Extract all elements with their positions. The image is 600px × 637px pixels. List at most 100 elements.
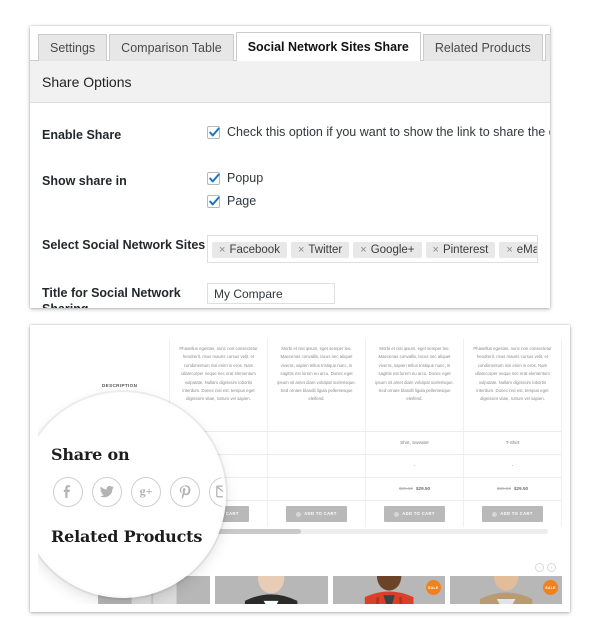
table-cell: Morbi et nisi ipsum, eget semper leo. Ma…	[268, 339, 366, 431]
table-cell: -	[464, 455, 562, 477]
tag-remove-icon[interactable]: ×	[219, 244, 225, 256]
price-new: $29.50	[514, 485, 529, 491]
table-cell: Shirt, Sweater	[366, 432, 464, 454]
carousel-next-icon[interactable]: ›	[547, 563, 556, 572]
select-social-sites-label: Select Social Network Sites	[42, 238, 206, 252]
sale-badge: SALE	[425, 580, 441, 595]
carousel-navigation: ‹ ›	[535, 563, 556, 572]
enable-share-checkbox-line[interactable]: Check this option if you want to show th…	[207, 125, 550, 139]
tag-remove-icon[interactable]: ×	[433, 244, 439, 256]
table-cell: $39.50 $29.50	[464, 478, 562, 500]
title-for-sharing-label-line1: Title for Social Network	[42, 286, 181, 300]
table-cell: ADD TO CART	[268, 501, 366, 527]
page-label: Page	[227, 194, 257, 208]
sale-badge: SALE	[543, 580, 558, 595]
popup-checkbox[interactable]	[207, 171, 220, 185]
title-for-sharing-label: Title for Social Network Sharing	[42, 283, 207, 308]
add-to-cart-button[interactable]: ADD TO CART	[482, 506, 543, 522]
tag-label: Pinterest	[442, 244, 489, 256]
tab-social-network-sites-share[interactable]: Social Network Sites Share	[235, 32, 421, 61]
email-icon[interactable]	[209, 476, 223, 507]
tab-comparison-table[interactable]: Comparison Table	[109, 34, 234, 61]
price-old: $39.50	[496, 485, 511, 491]
table-cell: Phasellus egestas, nunc non consectetur …	[464, 339, 562, 431]
show-share-in-label: Show share in	[42, 174, 127, 188]
pinterest-glyph	[179, 484, 191, 499]
title-for-sharing-label-line2: Sharing	[42, 301, 207, 308]
tag-pinterest[interactable]: × Pinterest	[425, 242, 496, 258]
tag-google-plus[interactable]: × Google+	[353, 242, 422, 258]
carousel-prev-icon[interactable]: ‹	[535, 563, 544, 572]
form-row-select-social-sites: Select Social Network Sites × Facebook × Tw…	[42, 235, 538, 263]
table-cell: -	[366, 455, 464, 477]
cart-icon	[296, 511, 302, 517]
section-header: Share Options	[30, 61, 550, 103]
show-share-in-field: Popup Page	[207, 171, 538, 208]
twitter-glyph	[99, 485, 114, 497]
tag-remove-icon[interactable]: ×	[298, 244, 304, 256]
add-to-cart-label: ADD TO CART	[402, 511, 435, 517]
show-share-in-option-page[interactable]: Page	[207, 194, 538, 208]
enable-share-checkbox[interactable]	[207, 125, 220, 139]
social-sites-tag-input[interactable]: ×Facebook×Twitter×Google+×Pinterest×eMai…	[207, 235, 538, 263]
product-card[interactable]: SALE	[332, 576, 445, 604]
magnified-share-on-title: Share on	[51, 444, 130, 464]
preview-content: DESCRIPTION Phasellus egestas, nunc non …	[38, 333, 562, 604]
enable-share-field: Check this option if you want to show th…	[207, 125, 550, 139]
form-row-show-share-in: Show share in Popup Page	[42, 171, 538, 208]
tag-remove-icon[interactable]: ×	[360, 244, 366, 256]
add-to-cart-label: ADD TO CART	[304, 511, 337, 517]
tab-style[interactable]: Style	[544, 34, 550, 61]
select-social-sites-field: ×Facebook×Twitter×Google+×Pinterest×eMai…	[207, 235, 538, 263]
tab-bar: Settings Comparison Table Social Network…	[30, 26, 550, 61]
tag-label: Facebook	[229, 244, 280, 256]
tab-related-products[interactable]: Related Products	[422, 34, 543, 61]
email-glyph	[216, 485, 223, 498]
price-new: $29.50	[416, 485, 431, 491]
tag-label: Google+	[370, 244, 415, 256]
check-icon	[209, 196, 220, 205]
table-cell: ADD TO CART	[366, 501, 464, 527]
tag-facebook[interactable]: × Facebook	[212, 242, 287, 258]
popup-label: Popup	[227, 171, 264, 185]
tag-twitter[interactable]: × Twitter	[290, 242, 350, 258]
product-image	[215, 576, 328, 604]
table-cell	[268, 432, 366, 454]
magnified-share-icon-row: g+	[53, 476, 223, 507]
form-row-title-for-sharing: Title for Social Network Sharing	[42, 283, 538, 308]
price-old: $39.50	[398, 485, 413, 491]
cart-icon	[492, 511, 498, 517]
pinterest-icon[interactable]	[170, 476, 200, 507]
table-cell: ADD TO CART	[464, 501, 562, 527]
add-to-cart-button[interactable]: ADD TO CART	[384, 506, 445, 522]
table-cell	[268, 455, 366, 477]
table-cell	[268, 478, 366, 500]
product-card[interactable]: SALE	[449, 576, 562, 604]
section-title: Share Options	[42, 73, 132, 90]
add-to-cart-label: ADD TO CART	[500, 511, 533, 517]
google-plus-icon[interactable]: g+	[131, 476, 161, 507]
page-checkbox[interactable]	[207, 194, 220, 208]
check-icon	[209, 127, 220, 136]
tag-email[interactable]: × eMail	[499, 242, 537, 258]
tag-label: eMail	[516, 244, 537, 256]
title-for-sharing-input[interactable]	[207, 283, 335, 304]
title-for-sharing-field	[207, 283, 538, 304]
twitter-icon[interactable]	[92, 476, 122, 507]
product-card[interactable]	[215, 576, 328, 604]
form-row-enable-share: Enable Share Check this option if you wa…	[42, 125, 550, 143]
facebook-icon[interactable]	[53, 476, 83, 507]
enable-share-label: Enable Share	[42, 128, 122, 142]
settings-panel: Settings Comparison Table Social Network…	[30, 26, 550, 308]
cart-icon	[394, 511, 400, 517]
preview-panel: DESCRIPTION Phasellus egestas, nunc non …	[30, 325, 570, 612]
add-to-cart-button[interactable]: ADD TO CART	[286, 506, 347, 522]
tag-label: Twitter	[308, 244, 343, 256]
show-share-in-option-popup[interactable]: Popup	[207, 171, 538, 185]
table-cell: T-Shirt	[464, 432, 562, 454]
table-cell: Morbi et nisi ipsum, eget semper leo. Ma…	[366, 339, 464, 431]
tag-remove-icon[interactable]: ×	[506, 244, 512, 256]
tab-settings[interactable]: Settings	[38, 34, 108, 61]
table-cell: $39.50 $29.50	[366, 478, 464, 500]
settings-form: Enable Share Check this option if you wa…	[30, 125, 550, 308]
